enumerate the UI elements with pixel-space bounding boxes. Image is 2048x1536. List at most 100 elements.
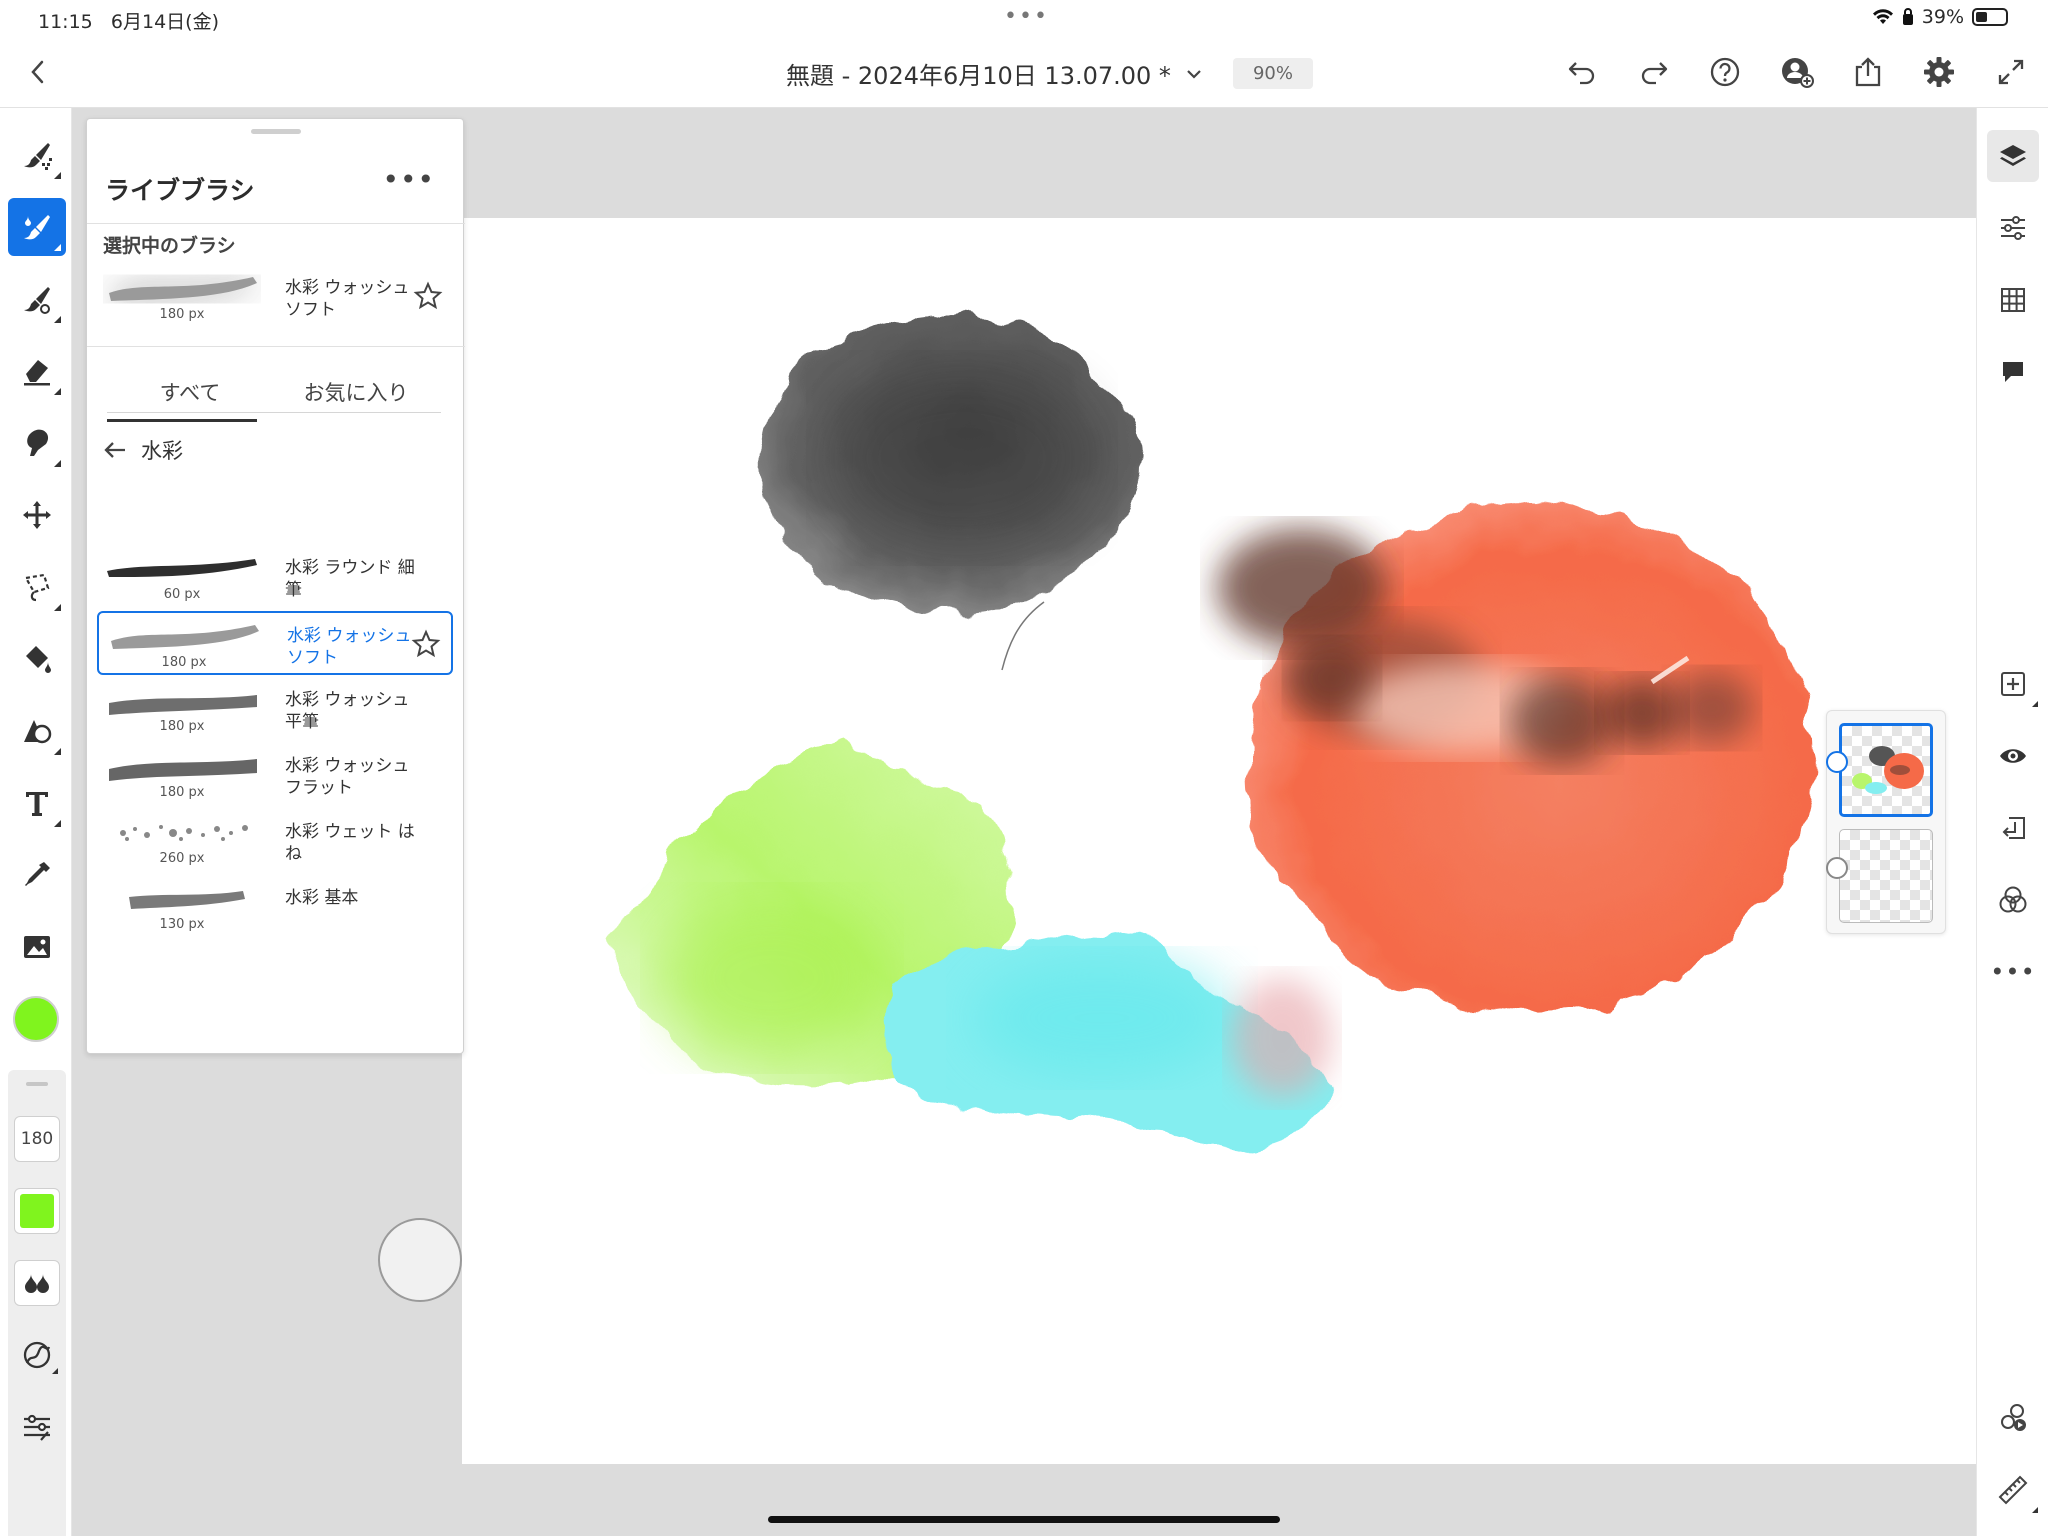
group-drag-handle[interactable] (26, 1082, 48, 1086)
panel-divider (87, 346, 465, 347)
wifi-icon (1872, 9, 1893, 24)
layer-more-button[interactable]: ••• (1987, 946, 2039, 998)
add-layer-button[interactable] (1987, 658, 2039, 710)
eraser-tool[interactable] (8, 342, 66, 400)
tool-submenu-indicator (54, 244, 61, 251)
panel-drag-handle[interactable] (251, 129, 301, 134)
grid-button[interactable] (1987, 274, 2039, 326)
transform-tool[interactable] (8, 486, 66, 544)
stroke-preview (120, 825, 248, 841)
stroke-preview (111, 625, 259, 649)
tool-submenu-indicator (2032, 701, 2038, 707)
layer-thumbnail[interactable] (1839, 723, 1933, 817)
ruler-button[interactable] (1987, 1464, 2039, 1516)
text-tool[interactable] (8, 774, 66, 832)
vector-brush-icon (24, 287, 50, 314)
layer-type-badge (1826, 857, 1848, 879)
tool-submenu-indicator (54, 820, 61, 827)
battery-icon (1972, 8, 2008, 26)
redo-button[interactable] (1630, 48, 1678, 96)
multitasking-dots-icon[interactable]: ••• (1004, 4, 1049, 29)
star-icon[interactable] (411, 629, 441, 659)
brush-item[interactable]: 260 px 水彩 ウェット はね (97, 809, 453, 873)
add-user-icon (1782, 58, 1814, 88)
layers-button[interactable] (1987, 130, 2039, 182)
brush-size-label: 60 px (163, 587, 201, 602)
vector-brush-tool[interactable] (8, 270, 66, 328)
help-button[interactable] (1701, 48, 1749, 96)
text-icon (26, 792, 48, 816)
cyan-pink-blend (1232, 978, 1332, 1098)
chevron-down-icon[interactable] (1185, 68, 1203, 80)
grid-icon (2001, 288, 2025, 312)
settings-button[interactable] (1915, 48, 1963, 96)
pixel-brush-tool[interactable] (8, 126, 66, 184)
share-icon (1855, 57, 1881, 87)
brush-size-label: 180 px (159, 719, 205, 734)
color-swatch-fill (20, 1194, 54, 1228)
merge-down-button[interactable] (1987, 802, 2039, 854)
tool-submenu-indicator (54, 388, 61, 395)
brush-name: 水彩 ラウンド 細筆 (285, 558, 415, 600)
brush-item[interactable]: 180 px 水彩 ウォッシュ 平筆 (97, 677, 453, 741)
shape-tool[interactable] (8, 702, 66, 760)
invite-button[interactable] (1773, 48, 1821, 96)
layer-properties-button[interactable] (1987, 202, 2039, 254)
layers-panel (1826, 710, 1946, 934)
layers-icon (2000, 145, 2026, 166)
brush-item[interactable]: 130 px 水彩 基本 (97, 875, 453, 939)
brush-item[interactable]: 180 px 水彩 ウォッシュ フラット (97, 743, 453, 807)
panel-more-icon[interactable]: ••• (382, 163, 435, 196)
smudge-tool[interactable] (8, 414, 66, 472)
water-settings-button[interactable] (14, 1260, 60, 1306)
drawing-canvas[interactable] (462, 218, 2048, 1464)
timelapse-button[interactable] (1987, 1392, 2039, 1444)
document-title-area[interactable]: 無題 - 2024年6月10日 13.07.00 * 90% (786, 56, 1313, 91)
timelapse-icon (2001, 1404, 2026, 1431)
ruler-icon (1998, 1475, 2028, 1505)
redo-icon (1641, 62, 1668, 85)
selected-brush[interactable]: 180 px 水彩 ウォッシュ ソフト (97, 265, 453, 329)
eyedropper-tool[interactable] (8, 846, 66, 904)
visibility-button[interactable] (1987, 730, 2039, 782)
tool-submenu-indicator (54, 172, 61, 179)
status-right: 39% (1872, 6, 2008, 28)
comments-button[interactable] (1987, 346, 2039, 398)
pressure-settings-button[interactable] (14, 1332, 60, 1378)
category-back[interactable]: 水彩 (103, 435, 183, 465)
tab-favorites[interactable]: お気に入り (273, 377, 439, 407)
tool-submenu-indicator (54, 604, 61, 611)
dark-spot-2 (1602, 678, 1682, 748)
selection-tool[interactable] (8, 558, 66, 616)
tab-all[interactable]: すべて (107, 377, 273, 422)
undo-button[interactable] (1558, 48, 1606, 96)
touch-modifier-circle[interactable] (378, 1218, 462, 1302)
document-title[interactable]: 無題 - 2024年6月10日 13.07.00 * (786, 56, 1171, 91)
brush-item[interactable]: 60 px 水彩 ラウンド 細筆 (97, 545, 453, 609)
brush-name: 水彩 ウォッシュ ソフト (287, 626, 412, 668)
more-icon: ••• (1990, 958, 2036, 986)
blend-mode-button[interactable] (1987, 874, 2039, 926)
back-button[interactable] (14, 48, 62, 96)
fill-tool[interactable] (8, 630, 66, 688)
share-button[interactable] (1844, 48, 1892, 96)
stroke-preview (109, 277, 257, 301)
star-icon[interactable] (413, 281, 443, 311)
blend-icon (1999, 886, 2027, 913)
visibility-icon (2000, 749, 2026, 763)
layer-thumbnail[interactable] (1839, 829, 1933, 923)
fullscreen-button[interactable] (1987, 48, 2035, 96)
color-picker-button[interactable] (13, 996, 59, 1042)
home-indicator[interactable] (768, 1516, 1280, 1523)
place-image-tool[interactable] (8, 918, 66, 976)
current-color-swatch[interactable] (14, 1188, 60, 1234)
brush-size-button[interactable]: 180 (14, 1116, 60, 1162)
fill-bucket-icon (26, 646, 51, 673)
expand-icon (1998, 59, 2024, 85)
brush-adjustments-button[interactable] (14, 1404, 60, 1450)
zoom-level[interactable]: 90% (1232, 58, 1313, 89)
live-brush-tool[interactable] (8, 198, 66, 256)
dark-spot-1 (1510, 676, 1614, 766)
gray-wash-dark (832, 368, 1092, 548)
brush-item[interactable]: 180 px 水彩 ウォッシュ ソフト (97, 611, 453, 675)
